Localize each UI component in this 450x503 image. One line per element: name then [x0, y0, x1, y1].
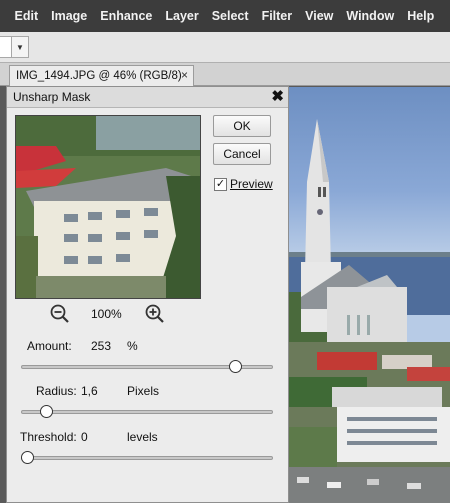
- document-tab[interactable]: IMG_1494.JPG @ 46% (RGB/8) ×: [9, 65, 194, 86]
- zoom-level: 100%: [91, 307, 122, 321]
- zoom-out-icon[interactable]: [49, 303, 71, 325]
- image-canvas[interactable]: [287, 87, 450, 503]
- threshold-unit: levels: [127, 430, 158, 444]
- cancel-button[interactable]: Cancel: [213, 143, 271, 165]
- preview-checkbox[interactable]: ✓: [214, 177, 227, 191]
- radius-slider-track[interactable]: [21, 410, 273, 414]
- options-bar: ▼: [0, 32, 450, 63]
- threshold-value[interactable]: 0: [81, 430, 88, 444]
- amount-value[interactable]: 253: [91, 339, 111, 353]
- dialog-title: Unsharp Mask: [13, 90, 91, 104]
- preview-checkbox-label[interactable]: Preview: [230, 177, 273, 191]
- amount-unit: %: [127, 339, 138, 353]
- amount-slider-thumb[interactable]: [228, 360, 242, 373]
- tab-close-icon[interactable]: ×: [181, 68, 188, 82]
- threshold-slider-thumb[interactable]: [21, 451, 34, 464]
- radius-unit: Pixels: [127, 384, 160, 398]
- menu-help[interactable]: Help: [401, 0, 441, 32]
- threshold-slider-track[interactable]: [21, 456, 273, 460]
- ok-button[interactable]: OK: [213, 115, 271, 137]
- preview-checkbox-row[interactable]: ✓ Preview: [214, 177, 273, 191]
- checkmark-icon: ✓: [215, 177, 226, 190]
- radius-value[interactable]: 1,6: [81, 384, 98, 398]
- menu-window[interactable]: Window: [340, 0, 401, 32]
- menu-view[interactable]: View: [299, 0, 340, 32]
- filter-preview[interactable]: [15, 115, 201, 299]
- radius-slider-thumb[interactable]: [40, 405, 54, 418]
- chevron-down-icon: ▼: [16, 42, 24, 52]
- threshold-label: Threshold:: [20, 430, 77, 444]
- menu-enhance[interactable]: Enhance: [94, 0, 159, 32]
- menu-image[interactable]: Image: [45, 0, 94, 32]
- document-tab-title: IMG_1494.JPG @ 46% (RGB/8): [16, 70, 182, 82]
- close-icon[interactable]: ✖: [271, 88, 284, 106]
- menu-bar: Edit Image Enhance Layer Select Filter V…: [0, 0, 450, 32]
- dialog-title-bar[interactable]: Unsharp Mask ✖: [7, 87, 288, 108]
- document-tab-bar: IMG_1494.JPG @ 46% (RGB/8) ×: [0, 63, 450, 86]
- menu-layer[interactable]: Layer: [159, 0, 205, 32]
- zoom-in-icon[interactable]: [144, 303, 166, 325]
- radius-label: Radius:: [36, 384, 77, 398]
- photo-image: [287, 119, 450, 503]
- options-dropdown-button[interactable]: ▼: [11, 36, 29, 58]
- menu-filter[interactable]: Filter: [255, 0, 299, 32]
- unsharp-mask-dialog: Unsharp Mask ✖ OK Cancel ✓ Preview 100% …: [6, 86, 289, 503]
- menu-select[interactable]: Select: [205, 0, 255, 32]
- preview-image: [16, 116, 200, 298]
- amount-label: Amount:: [27, 339, 72, 353]
- menu-edit[interactable]: Edit: [8, 0, 45, 32]
